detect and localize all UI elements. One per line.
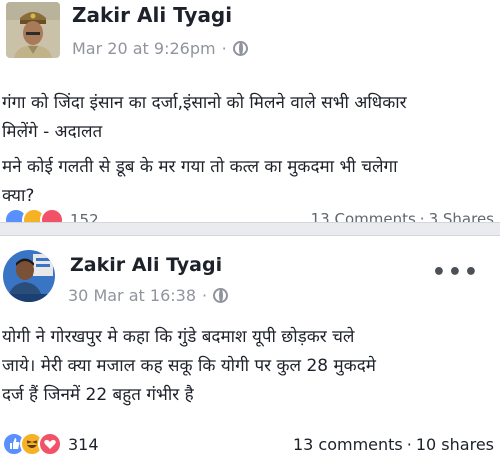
post-card-1: Zakir Ali Tyagi Mar 20 at 9:26pm · गंगा … [0, 0, 500, 222]
post-stats: 13 Comments · 3 Shares [311, 210, 494, 222]
feed-separator [0, 222, 500, 236]
post-line: जाये। मेरी क्या मजाल कह सकू कि योगी पर क… [2, 356, 376, 376]
post-timestamp[interactable]: Mar 20 at 9:26pm [72, 39, 216, 58]
shares-link[interactable]: 10 shares [416, 435, 494, 454]
post-line: योगी ने गोरखपुर मे कहा कि गुंडे बदमाश यू… [2, 327, 355, 347]
more-options-button[interactable]: ••• [432, 260, 480, 285]
post-text: गंगा को जिंदा इंसान का दर्जा,इंसानो को म… [2, 89, 494, 211]
author-name[interactable]: Zakir Ali Tyagi [72, 3, 232, 27]
post-line: दर्ज हैं जिनमें 22 बहुत गंभीर है [2, 385, 194, 405]
post-meta: 30 Mar at 16:38 · [68, 286, 229, 305]
reaction-count: 314 [68, 434, 99, 454]
meta-separator: · [202, 286, 208, 305]
post-line: गंगा को जिंदा इंसान का दर्जा,इंसानो को म… [2, 93, 407, 113]
comments-link[interactable]: 13 Comments [311, 210, 416, 222]
meta-separator: · [221, 39, 227, 58]
post-line: मने कोई गलती से डूब के मर गया तो कत्ल का… [2, 157, 398, 177]
author-name[interactable]: Zakir Ali Tyagi [70, 254, 222, 276]
love-reaction-icon [38, 432, 62, 456]
love-reaction-icon [40, 208, 64, 222]
post-timestamp[interactable]: 30 Mar at 16:38 [68, 286, 196, 305]
post-card-2: Zakir Ali Tyagi ••• 30 Mar at 16:38 · यो… [0, 236, 500, 472]
author-avatar[interactable] [3, 250, 55, 302]
stats-separator: · [419, 210, 425, 222]
post-meta: Mar 20 at 9:26pm · [72, 39, 248, 58]
globe-icon [213, 288, 229, 303]
post-stats: 13 comments · 10 shares [293, 435, 494, 454]
shares-link[interactable]: 3 Shares [429, 210, 494, 222]
stats-separator: · [406, 435, 412, 454]
globe-icon [232, 41, 248, 56]
author-avatar[interactable] [6, 2, 60, 58]
reaction-count: 152 [70, 211, 99, 222]
post-line: क्या? [2, 186, 35, 206]
post-line: मिलेंगे - अदालत [2, 122, 103, 142]
post-text: योगी ने गोरखपुर मे कहा कि गुंडे बदमाश यू… [2, 323, 494, 410]
reactions-summary[interactable]: 152 [4, 208, 99, 222]
reactions-summary[interactable]: 314 [2, 432, 99, 456]
comments-link[interactable]: 13 comments [293, 435, 403, 454]
